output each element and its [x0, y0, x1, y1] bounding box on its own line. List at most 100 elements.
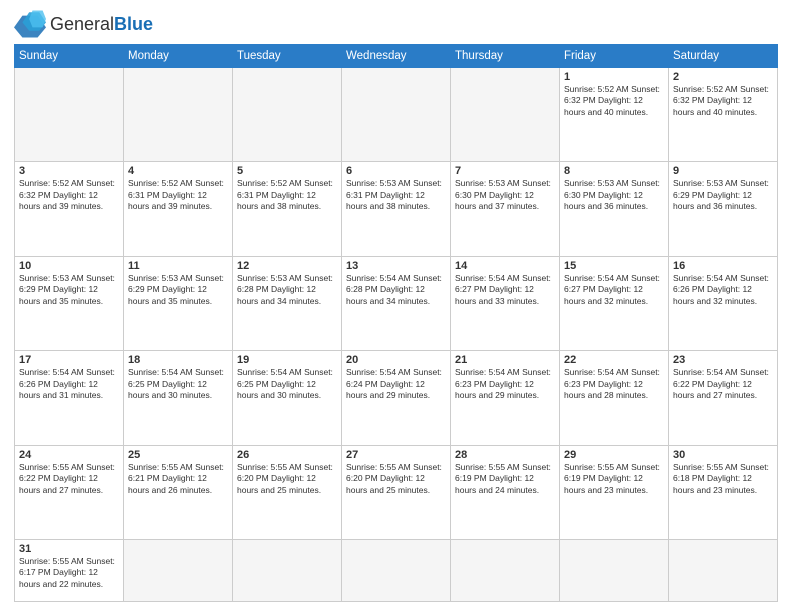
- calendar-cell: [560, 540, 669, 602]
- day-number: 28: [455, 449, 555, 461]
- calendar-cell: 19Sunrise: 5:54 AM Sunset: 6:25 PM Dayli…: [233, 351, 342, 445]
- calendar-cell: 8Sunrise: 5:53 AM Sunset: 6:30 PM Daylig…: [560, 162, 669, 256]
- weekday-header: Monday: [124, 45, 233, 68]
- day-info: Sunrise: 5:55 AM Sunset: 6:17 PM Dayligh…: [19, 556, 119, 590]
- day-info: Sunrise: 5:54 AM Sunset: 6:27 PM Dayligh…: [564, 273, 664, 307]
- calendar-cell: [669, 540, 778, 602]
- calendar-week-row: 10Sunrise: 5:53 AM Sunset: 6:29 PM Dayli…: [15, 256, 778, 350]
- day-info: Sunrise: 5:54 AM Sunset: 6:26 PM Dayligh…: [19, 367, 119, 401]
- day-number: 5: [237, 165, 337, 177]
- day-number: 17: [19, 354, 119, 366]
- day-info: Sunrise: 5:54 AM Sunset: 6:27 PM Dayligh…: [455, 273, 555, 307]
- calendar-header-row: SundayMondayTuesdayWednesdayThursdayFrid…: [15, 45, 778, 68]
- day-info: Sunrise: 5:53 AM Sunset: 6:29 PM Dayligh…: [19, 273, 119, 307]
- logo-icon: [14, 10, 46, 38]
- day-info: Sunrise: 5:54 AM Sunset: 6:28 PM Dayligh…: [346, 273, 446, 307]
- calendar-cell: 31Sunrise: 5:55 AM Sunset: 6:17 PM Dayli…: [15, 540, 124, 602]
- day-number: 20: [346, 354, 446, 366]
- day-info: Sunrise: 5:52 AM Sunset: 6:32 PM Dayligh…: [673, 84, 773, 118]
- calendar-cell: 15Sunrise: 5:54 AM Sunset: 6:27 PM Dayli…: [560, 256, 669, 350]
- day-number: 22: [564, 354, 664, 366]
- day-info: Sunrise: 5:55 AM Sunset: 6:19 PM Dayligh…: [564, 462, 664, 496]
- day-number: 8: [564, 165, 664, 177]
- calendar-cell: 7Sunrise: 5:53 AM Sunset: 6:30 PM Daylig…: [451, 162, 560, 256]
- day-number: 1: [564, 71, 664, 83]
- calendar-cell: 3Sunrise: 5:52 AM Sunset: 6:32 PM Daylig…: [15, 162, 124, 256]
- calendar-table: SundayMondayTuesdayWednesdayThursdayFrid…: [14, 44, 778, 602]
- calendar-cell: 17Sunrise: 5:54 AM Sunset: 6:26 PM Dayli…: [15, 351, 124, 445]
- calendar-cell: 5Sunrise: 5:52 AM Sunset: 6:31 PM Daylig…: [233, 162, 342, 256]
- day-number: 27: [346, 449, 446, 461]
- day-info: Sunrise: 5:52 AM Sunset: 6:31 PM Dayligh…: [128, 178, 228, 212]
- day-number: 31: [19, 543, 119, 555]
- day-info: Sunrise: 5:52 AM Sunset: 6:31 PM Dayligh…: [237, 178, 337, 212]
- calendar-week-row: 31Sunrise: 5:55 AM Sunset: 6:17 PM Dayli…: [15, 540, 778, 602]
- page: GeneralBlue SundayMondayTuesdayWednesday…: [0, 0, 792, 612]
- day-number: 21: [455, 354, 555, 366]
- calendar-cell: 9Sunrise: 5:53 AM Sunset: 6:29 PM Daylig…: [669, 162, 778, 256]
- calendar-week-row: 24Sunrise: 5:55 AM Sunset: 6:22 PM Dayli…: [15, 445, 778, 539]
- calendar-cell: 4Sunrise: 5:52 AM Sunset: 6:31 PM Daylig…: [124, 162, 233, 256]
- calendar-week-row: 1Sunrise: 5:52 AM Sunset: 6:32 PM Daylig…: [15, 68, 778, 162]
- day-info: Sunrise: 5:52 AM Sunset: 6:32 PM Dayligh…: [564, 84, 664, 118]
- logo-text: GeneralBlue: [50, 14, 153, 35]
- day-info: Sunrise: 5:55 AM Sunset: 6:21 PM Dayligh…: [128, 462, 228, 496]
- day-info: Sunrise: 5:55 AM Sunset: 6:22 PM Dayligh…: [19, 462, 119, 496]
- day-number: 4: [128, 165, 228, 177]
- calendar-cell: 23Sunrise: 5:54 AM Sunset: 6:22 PM Dayli…: [669, 351, 778, 445]
- day-info: Sunrise: 5:53 AM Sunset: 6:31 PM Dayligh…: [346, 178, 446, 212]
- day-number: 10: [19, 260, 119, 272]
- calendar-cell: 20Sunrise: 5:54 AM Sunset: 6:24 PM Dayli…: [342, 351, 451, 445]
- day-number: 19: [237, 354, 337, 366]
- day-number: 29: [564, 449, 664, 461]
- day-number: 14: [455, 260, 555, 272]
- calendar-week-row: 3Sunrise: 5:52 AM Sunset: 6:32 PM Daylig…: [15, 162, 778, 256]
- calendar-cell: [342, 68, 451, 162]
- calendar-cell: 29Sunrise: 5:55 AM Sunset: 6:19 PM Dayli…: [560, 445, 669, 539]
- day-info: Sunrise: 5:53 AM Sunset: 6:28 PM Dayligh…: [237, 273, 337, 307]
- calendar-cell: [15, 68, 124, 162]
- calendar-cell: [342, 540, 451, 602]
- calendar-cell: 2Sunrise: 5:52 AM Sunset: 6:32 PM Daylig…: [669, 68, 778, 162]
- calendar-cell: 13Sunrise: 5:54 AM Sunset: 6:28 PM Dayli…: [342, 256, 451, 350]
- calendar-cell: 10Sunrise: 5:53 AM Sunset: 6:29 PM Dayli…: [15, 256, 124, 350]
- calendar-cell: 6Sunrise: 5:53 AM Sunset: 6:31 PM Daylig…: [342, 162, 451, 256]
- day-info: Sunrise: 5:53 AM Sunset: 6:30 PM Dayligh…: [455, 178, 555, 212]
- weekday-header: Saturday: [669, 45, 778, 68]
- weekday-header: Thursday: [451, 45, 560, 68]
- calendar-cell: 30Sunrise: 5:55 AM Sunset: 6:18 PM Dayli…: [669, 445, 778, 539]
- calendar-cell: [233, 540, 342, 602]
- day-info: Sunrise: 5:55 AM Sunset: 6:18 PM Dayligh…: [673, 462, 773, 496]
- day-number: 18: [128, 354, 228, 366]
- calendar-cell: 1Sunrise: 5:52 AM Sunset: 6:32 PM Daylig…: [560, 68, 669, 162]
- weekday-header: Sunday: [15, 45, 124, 68]
- day-info: Sunrise: 5:53 AM Sunset: 6:29 PM Dayligh…: [673, 178, 773, 212]
- calendar-cell: [451, 540, 560, 602]
- day-info: Sunrise: 5:55 AM Sunset: 6:20 PM Dayligh…: [237, 462, 337, 496]
- day-number: 15: [564, 260, 664, 272]
- day-info: Sunrise: 5:55 AM Sunset: 6:20 PM Dayligh…: [346, 462, 446, 496]
- calendar-cell: [124, 68, 233, 162]
- day-info: Sunrise: 5:55 AM Sunset: 6:19 PM Dayligh…: [455, 462, 555, 496]
- day-info: Sunrise: 5:54 AM Sunset: 6:22 PM Dayligh…: [673, 367, 773, 401]
- calendar-cell: [451, 68, 560, 162]
- day-number: 24: [19, 449, 119, 461]
- day-number: 9: [673, 165, 773, 177]
- calendar-cell: 14Sunrise: 5:54 AM Sunset: 6:27 PM Dayli…: [451, 256, 560, 350]
- day-number: 3: [19, 165, 119, 177]
- calendar-cell: 18Sunrise: 5:54 AM Sunset: 6:25 PM Dayli…: [124, 351, 233, 445]
- day-info: Sunrise: 5:54 AM Sunset: 6:23 PM Dayligh…: [455, 367, 555, 401]
- day-number: 13: [346, 260, 446, 272]
- day-number: 2: [673, 71, 773, 83]
- day-number: 26: [237, 449, 337, 461]
- day-number: 23: [673, 354, 773, 366]
- calendar-week-row: 17Sunrise: 5:54 AM Sunset: 6:26 PM Dayli…: [15, 351, 778, 445]
- header: GeneralBlue: [14, 10, 778, 38]
- day-number: 30: [673, 449, 773, 461]
- weekday-header: Wednesday: [342, 45, 451, 68]
- calendar-cell: 27Sunrise: 5:55 AM Sunset: 6:20 PM Dayli…: [342, 445, 451, 539]
- day-number: 7: [455, 165, 555, 177]
- day-info: Sunrise: 5:54 AM Sunset: 6:25 PM Dayligh…: [237, 367, 337, 401]
- day-number: 6: [346, 165, 446, 177]
- calendar-cell: 21Sunrise: 5:54 AM Sunset: 6:23 PM Dayli…: [451, 351, 560, 445]
